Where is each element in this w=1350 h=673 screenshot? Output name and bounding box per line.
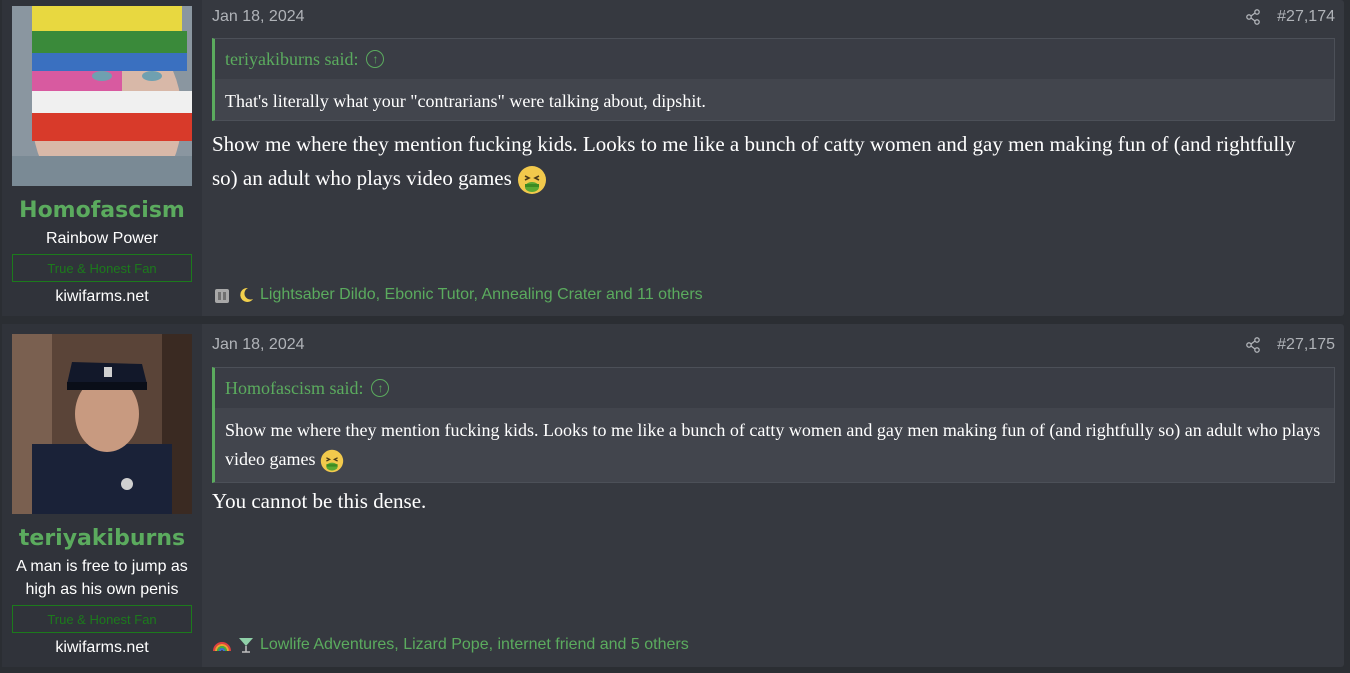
user-banner: True & Honest Fan	[12, 254, 192, 282]
share-icon[interactable]	[1245, 337, 1261, 353]
reactions-bar: Lowlife Adventures, Lizard Pope, interne…	[212, 635, 689, 655]
post: Homofascism Rainbow Power True & Honest …	[2, 0, 1344, 316]
user-title: Rainbow Power	[45, 230, 159, 247]
nauseated-face-emoji	[320, 449, 344, 473]
username[interactable]: Homofascism	[19, 198, 185, 223]
post-number[interactable]: #27,174	[1277, 8, 1335, 26]
post-body: Show me where they mention fucking kids.…	[212, 127, 1324, 195]
user-banner: True & Honest Fan	[12, 605, 192, 633]
avatar[interactable]	[12, 6, 192, 186]
reactions-list[interactable]: Lowlife Adventures, Lizard Pope, interne…	[260, 636, 689, 654]
user-site: kiwifarms.net	[55, 639, 149, 656]
post-date[interactable]: Jan 18, 2024	[212, 8, 305, 26]
post-date[interactable]: Jan 18, 2024	[212, 336, 305, 354]
quote-body: Show me where they mention fucking kids.…	[215, 408, 1334, 482]
post-body: You cannot be this dense.	[212, 489, 427, 513]
user-cell: teriyakiburns A man is free to jump as h…	[2, 324, 202, 667]
reactions-list[interactable]: Lightsaber Dildo, Ebonic Tutor, Annealin…	[260, 286, 703, 304]
moon-icon	[236, 285, 256, 305]
nauseated-face-emoji	[517, 165, 547, 195]
avatar[interactable]	[12, 334, 192, 514]
quote-author[interactable]: teriyakiburns said:	[225, 49, 358, 70]
avatar-image	[12, 6, 192, 186]
quote-block: Homofascism said: ↑ Show me where they m…	[212, 367, 1335, 483]
reactions-bar: Lightsaber Dildo, Ebonic Tutor, Annealin…	[212, 285, 703, 305]
user-site: kiwifarms.net	[55, 288, 149, 305]
reaction-icon	[212, 285, 232, 305]
rainbow-icon	[212, 635, 232, 655]
user-title: A man is free to jump as high as his own…	[16, 558, 188, 598]
arrow-up-circle-icon[interactable]: ↑	[371, 379, 390, 397]
user-cell: Homofascism Rainbow Power True & Honest …	[2, 0, 202, 316]
cocktail-icon	[236, 635, 256, 655]
post-main: Jan 18, 2024 #27,174 teriyakiburns said:…	[202, 0, 1344, 316]
post-meta: #27,175	[1245, 336, 1335, 354]
quote-header: teriyakiburns said: ↑	[215, 39, 1334, 79]
avatar-image	[12, 334, 192, 514]
share-icon[interactable]	[1245, 9, 1261, 25]
arrow-up-circle-icon[interactable]: ↑	[366, 50, 385, 68]
quote-text: That's literally what your "contrarians"…	[215, 79, 1334, 120]
post-number[interactable]: #27,175	[1277, 336, 1335, 354]
quote-block: teriyakiburns said: ↑ That's literally w…	[212, 38, 1335, 121]
username[interactable]: teriyakiburns	[19, 526, 185, 551]
post-main: Jan 18, 2024 #27,175 Homofascism said: ↑…	[202, 324, 1344, 667]
post: teriyakiburns A man is free to jump as h…	[2, 324, 1344, 667]
quote-text: Show me where they mention fucking kids.…	[225, 420, 1321, 469]
quote-author[interactable]: Homofascism said:	[225, 378, 363, 399]
quote-header: Homofascism said: ↑	[215, 368, 1334, 408]
post-body-text: Show me where they mention fucking kids.…	[212, 132, 1296, 190]
post-meta: #27,174	[1245, 8, 1335, 26]
